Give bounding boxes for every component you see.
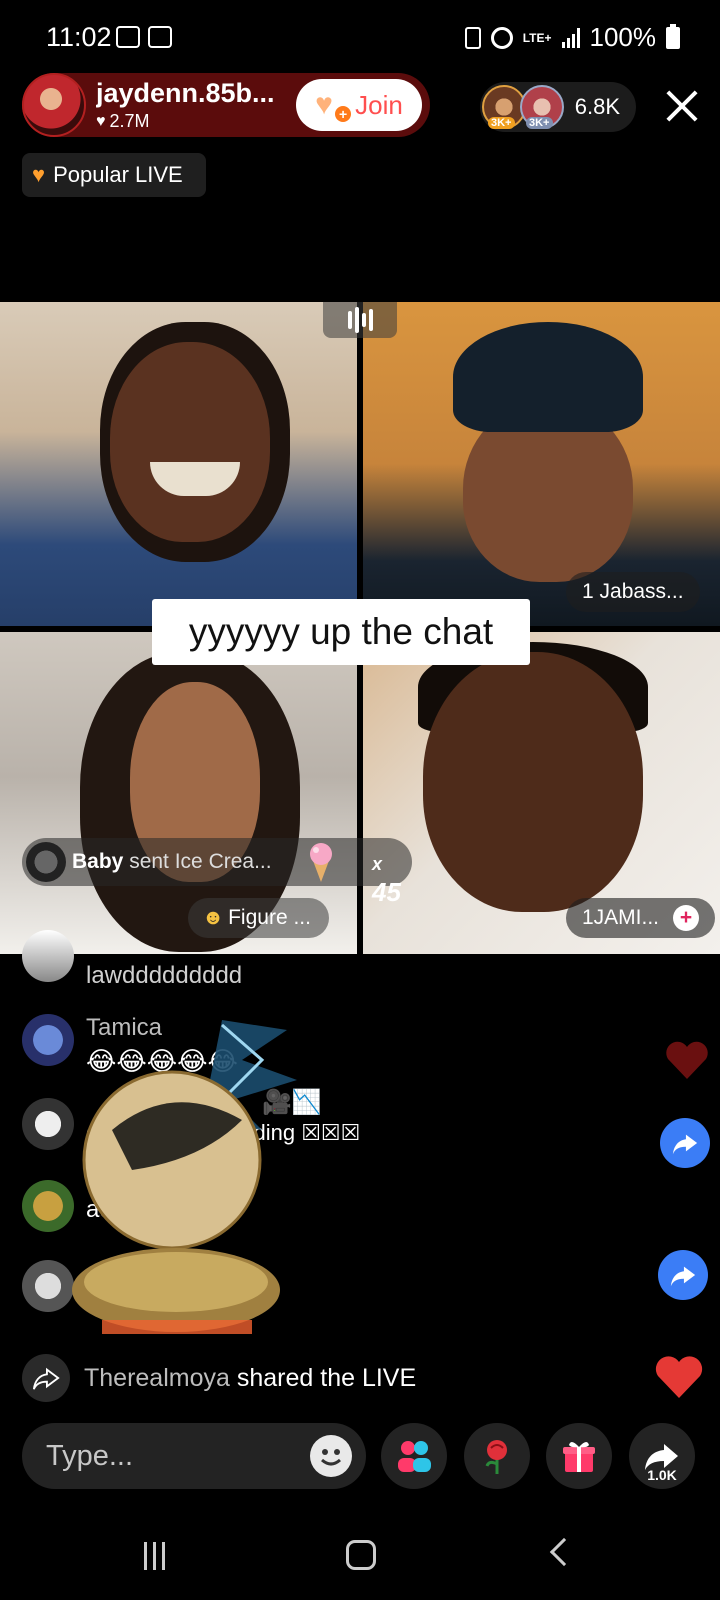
chat-avatar[interactable] bbox=[22, 1260, 74, 1312]
screenshot-icon bbox=[148, 26, 172, 48]
guests-button[interactable] bbox=[381, 1423, 447, 1489]
status-right: LTE+ 100% bbox=[464, 22, 680, 53]
gift-banner: Baby sent Ice Crea... x 45 bbox=[22, 838, 412, 907]
host-avatar[interactable] bbox=[22, 73, 86, 137]
audio-bars-icon[interactable] bbox=[323, 302, 397, 338]
heart-icon[interactable] bbox=[662, 1035, 712, 1085]
shared-live-notice: Therealmoya shared the LIVE bbox=[22, 1354, 662, 1402]
host-pill[interactable]: jaydenn.85b... ♥ 2.7M ♥ + Join bbox=[22, 73, 430, 137]
guest-label[interactable]: 1JAMI... + bbox=[566, 898, 716, 938]
gift-description: sent Ice Crea... bbox=[123, 850, 272, 873]
viewer-badge: 3K+ bbox=[488, 117, 515, 129]
heart-icon: ♥ bbox=[96, 112, 106, 130]
pinned-caption: yyyyyy up the chat bbox=[152, 599, 530, 665]
chat-avatar[interactable] bbox=[22, 1098, 74, 1150]
share-outline-icon bbox=[22, 1354, 70, 1402]
battery-percent: 100% bbox=[589, 22, 657, 52]
status-bar: 11:02 LTE+ 100% bbox=[0, 0, 720, 78]
join-heart-icon: ♥ + bbox=[315, 90, 352, 122]
system-nav-bar bbox=[0, 1520, 720, 1600]
emoji-icon[interactable] bbox=[310, 1435, 352, 1477]
add-guest-icon[interactable]: + bbox=[673, 905, 700, 931]
ice-cream-icon bbox=[310, 843, 332, 882]
gift-box-icon bbox=[563, 1441, 595, 1472]
viewer-list[interactable]: 3K+ 3K+ 6.8K bbox=[480, 82, 636, 132]
shared-action: shared the LIVE bbox=[236, 1363, 417, 1392]
chat-avatar[interactable] bbox=[22, 1180, 74, 1232]
guest-video-1[interactable] bbox=[0, 302, 357, 626]
recent-apps-icon[interactable] bbox=[144, 1542, 165, 1570]
share-button[interactable]: 1.0K bbox=[629, 1423, 695, 1489]
nfc-icon bbox=[464, 26, 481, 49]
gift-button[interactable] bbox=[546, 1423, 612, 1489]
viewer-count: 6.8K bbox=[574, 94, 620, 119]
back-icon[interactable] bbox=[549, 1537, 579, 1567]
chat-text: lawddddddddd bbox=[86, 962, 243, 989]
rose-icon bbox=[485, 1440, 507, 1474]
join-button[interactable]: ♥ + Join bbox=[296, 79, 422, 131]
guests-icon bbox=[398, 1441, 431, 1472]
chat-input[interactable]: Type... bbox=[22, 1423, 366, 1489]
gift-multiplier-count: 45 bbox=[372, 877, 401, 907]
viewer-badge: 3K+ bbox=[526, 117, 553, 129]
figure-badge[interactable]: ☻ Figure ... bbox=[188, 898, 329, 938]
join-label: Join bbox=[355, 89, 403, 120]
chat-avatar[interactable] bbox=[22, 930, 74, 982]
phoenix-trophy-sticker bbox=[72, 1020, 297, 1334]
rose-gift-button[interactable] bbox=[464, 1423, 530, 1489]
close-icon[interactable] bbox=[664, 88, 700, 124]
chat-input-placeholder: Type... bbox=[46, 1440, 134, 1472]
network-type: LTE+ bbox=[522, 30, 552, 45]
shared-text: Therealmoya shared the LIVE bbox=[84, 1364, 416, 1393]
gift-text: Baby sent Ice Crea... bbox=[72, 850, 272, 874]
popular-live-badge[interactable]: ♥ Popular LIVE bbox=[22, 153, 206, 197]
gift-sender: Baby bbox=[72, 850, 124, 873]
shared-user: Therealmoya bbox=[84, 1363, 230, 1392]
battery-icon bbox=[666, 23, 680, 49]
guest-name: 1JAMI... bbox=[582, 906, 660, 929]
screen-record-icon bbox=[116, 26, 140, 48]
gift-multiplier: x 45 bbox=[372, 846, 412, 908]
heart-half-icon: ♥ bbox=[32, 162, 46, 187]
figure-label: Figure ... bbox=[228, 906, 311, 929]
share-arrow-icon[interactable] bbox=[658, 1250, 708, 1300]
guest-label[interactable]: 1 Jabass... bbox=[566, 572, 700, 612]
top-viewer-avatar[interactable]: 3K+ bbox=[520, 85, 564, 129]
host-name: jaydenn.85b... bbox=[96, 78, 275, 108]
chat-avatar[interactable] bbox=[22, 1014, 74, 1066]
host-likes: ♥ 2.7M bbox=[96, 111, 292, 132]
home-icon[interactable] bbox=[346, 1540, 376, 1570]
popular-label: Popular LIVE bbox=[53, 162, 183, 187]
share-count: 1.0K bbox=[647, 1467, 677, 1483]
signal-icon bbox=[561, 27, 580, 48]
gift-multiplier-x: x bbox=[372, 854, 383, 874]
host-likes-count: 2.7M bbox=[109, 111, 150, 131]
share-arrow-icon[interactable] bbox=[660, 1118, 710, 1168]
smile-emoji-icon: ☻ bbox=[202, 906, 225, 929]
gift-sender-avatar bbox=[26, 842, 66, 882]
alarm-icon bbox=[490, 26, 513, 49]
status-time: 11:02 bbox=[46, 22, 112, 52]
